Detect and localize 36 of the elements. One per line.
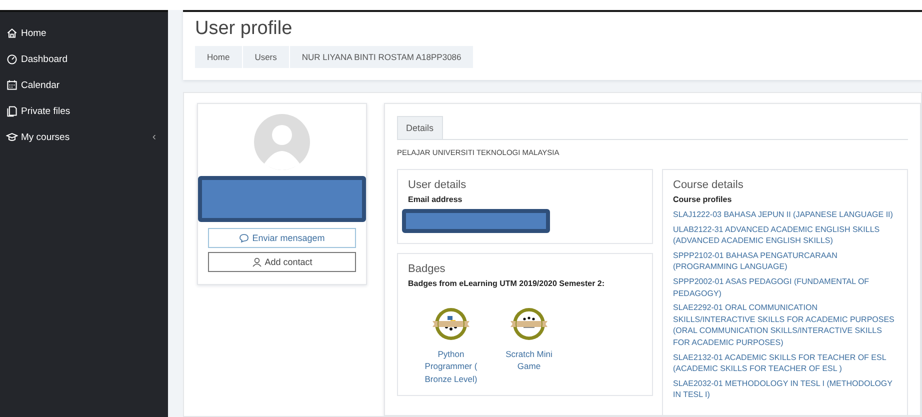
collapse-chevron[interactable]: ‹ <box>152 131 162 143</box>
course-link[interactable]: ULAB2122-31 ADVANCED ACADEMIC ENGLISH SKILLS (ADVANCED ACADEMIC ENGLISH SKILLS) <box>673 224 897 247</box>
section-title: User details <box>408 179 468 191</box>
section-title: Course details <box>673 179 744 191</box>
breadcrumb-link[interactable]: Users <box>242 46 289 68</box>
avatar-icon <box>254 114 310 170</box>
sidebar-item[interactable]: Private files <box>0 98 168 124</box>
field-label: Email address <box>408 195 464 204</box>
breadcrumb-link[interactable]: NUR LIYANA BINTI ROSTAM A18PP3086 <box>288 46 474 68</box>
sidebar-item[interactable]: My courses ‹ <box>0 124 168 150</box>
course-link[interactable]: SLAJ1222-03 BAHASA JEPUN II (JAPANESE LANGUAGE II) <box>673 209 897 221</box>
graduation-cap-icon <box>6 131 18 143</box>
message-button[interactable]: Enviar mensagem <box>208 228 356 248</box>
files-icon <box>6 105 18 117</box>
course-link[interactable]: SPPP2102-01 BAHASA PENGATURCARAAN (PROGRAMMING LANGUAGE) <box>673 250 897 273</box>
add-contact-button[interactable]: Add contact <box>208 252 356 272</box>
page-title: User profile <box>195 18 294 40</box>
course-link[interactable]: SLAE2132-01 ACADEMIC SKILLS FOR TEACHER OF ESL (ACADEMIC SKILLS FOR TEACHER OF ESL ) <box>673 352 897 375</box>
breadcrumb-link[interactable]: Home <box>195 46 242 68</box>
badge-link[interactable]: Python Programmer ( Bronze Level) <box>422 348 480 385</box>
person-icon <box>252 257 262 267</box>
tab[interactable]: Details <box>397 116 443 140</box>
sidebar-item[interactable]: Dashboard <box>0 46 168 72</box>
section-subtitle: Course profiles <box>673 195 733 204</box>
home-icon <box>6 27 18 39</box>
section-subtitle: Badges from eLearning UTM 2019/2020 Semester 2: <box>408 279 606 288</box>
gauge-icon <box>6 53 18 65</box>
sidebar-item[interactable]: Home <box>0 20 168 46</box>
calendar-icon <box>6 79 18 91</box>
speech-bubble-icon <box>239 233 250 243</box>
course-link[interactable]: SPPP2002-01 ASAS PEDAGOGI (FUNDAMENTAL OF PEDAGOGY) <box>673 276 897 300</box>
badge-link[interactable]: Scratch Mini Game <box>500 348 558 373</box>
sidebar-item[interactable]: Calendar <box>0 72 168 98</box>
course-link[interactable]: SLAE2032-01 METHODOLOGY IN TESL I (METHODOLOGY IN TESL I) <box>673 378 897 401</box>
section-title: Badges <box>408 263 446 275</box>
course-link[interactable]: SLAE2292-01 ORAL COMMUNICATION SKILLS/INTERACTIVE SKILLS FOR ACADEMIC PURPOSES (ORAL COMMUNICATION SKILLS/INTERACTIVE SKILLS FOR ACADEMIC PURPOSES) <box>673 302 897 349</box>
